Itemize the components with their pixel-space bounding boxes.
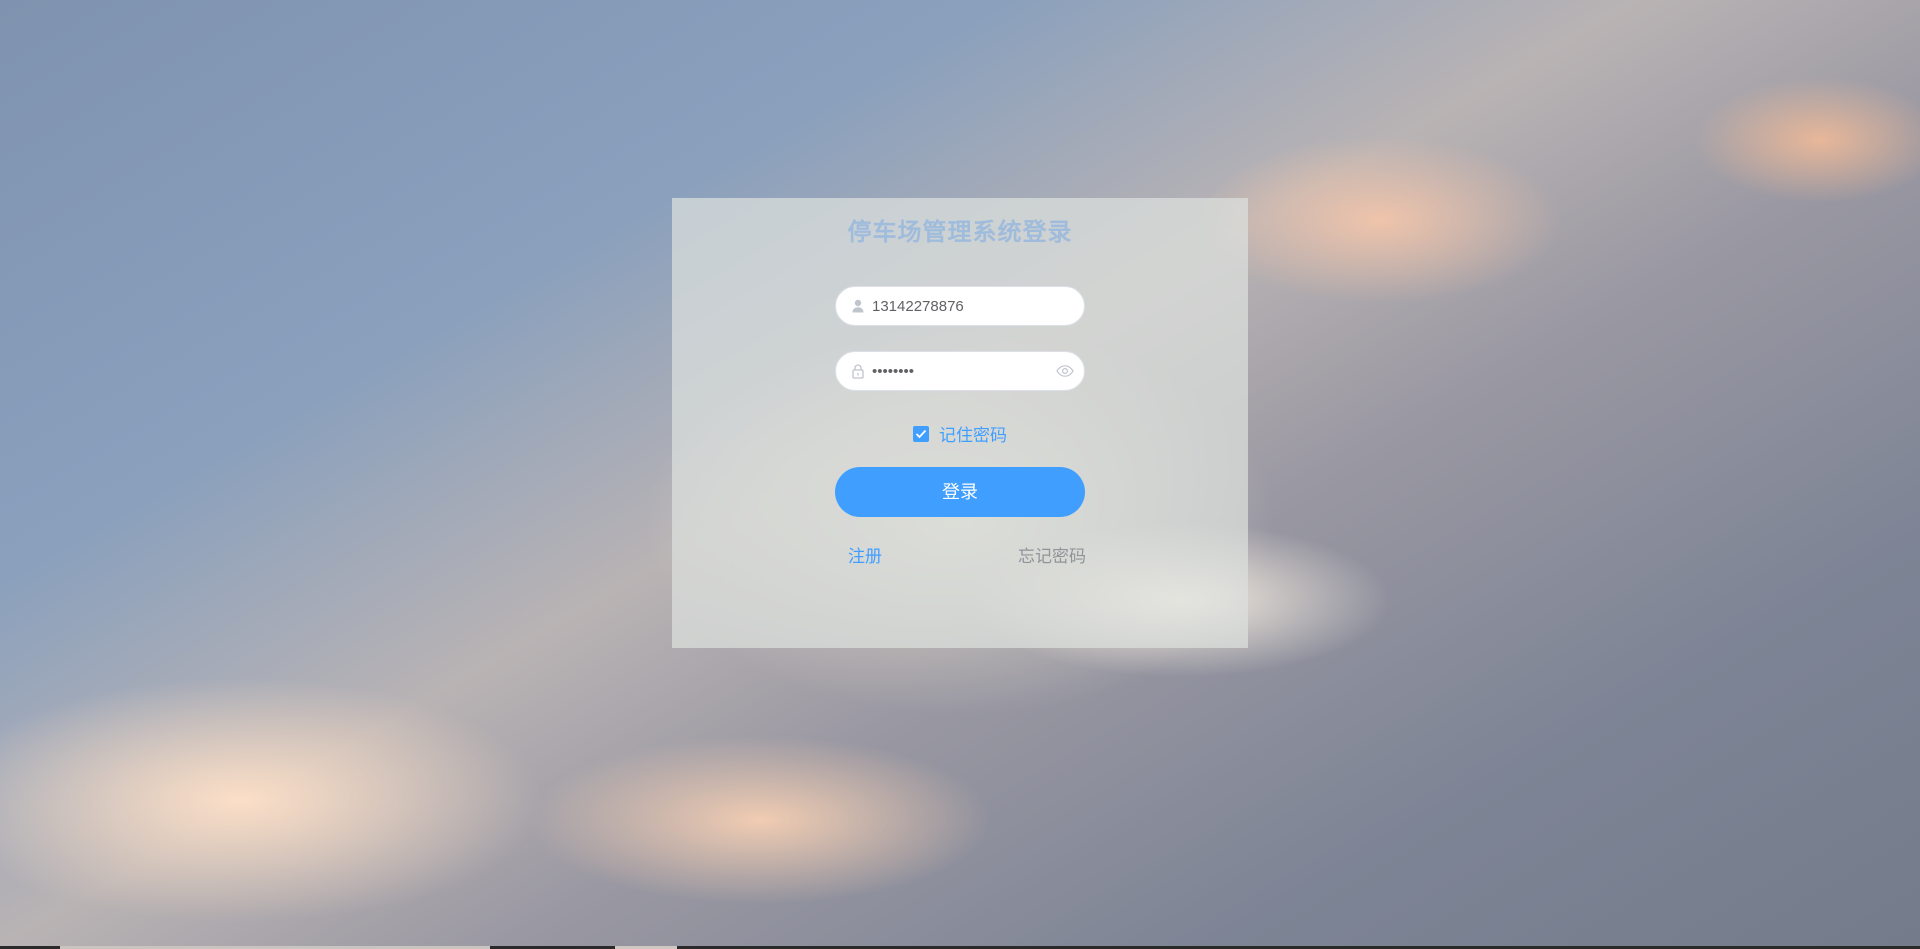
remember-password[interactable]: 记住密码 [672, 421, 1248, 446]
remember-checkbox[interactable] [913, 425, 929, 442]
login-button[interactable]: 登录 [835, 467, 1085, 517]
lock-icon [850, 363, 866, 379]
remember-label[interactable]: 记住密码 [939, 421, 1007, 446]
password-field[interactable] [835, 351, 1085, 391]
login-card: 停车场管理系统登录 13142278876 记住密码 登录 注册 忘记密码 [672, 198, 1248, 648]
user-icon [850, 298, 866, 314]
username-input[interactable] [872, 287, 1052, 325]
page-title: 停车场管理系统登录 [847, 218, 1073, 246]
forgot-password-link[interactable]: 忘记密码 [1018, 542, 1086, 567]
username-field[interactable] [835, 286, 1085, 326]
register-link[interactable]: 注册 [848, 542, 882, 567]
eye-icon[interactable] [1056, 363, 1074, 379]
password-input[interactable] [872, 352, 1052, 390]
